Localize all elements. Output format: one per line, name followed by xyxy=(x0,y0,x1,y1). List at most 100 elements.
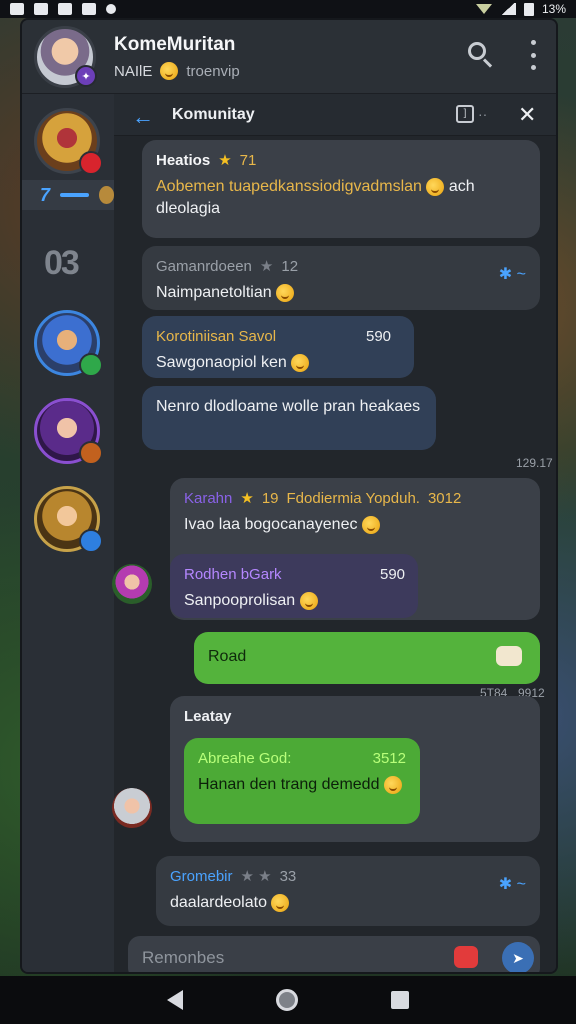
left-rail: 7 03 ➔ xyxy=(22,94,114,972)
rail-avatar-2[interactable] xyxy=(34,310,103,377)
community-panel: ✦ KomeMuritan NAIlE troenvip 7 03 ➔ xyxy=(22,20,556,972)
more-dots-icon[interactable]: ·· xyxy=(478,106,487,122)
expand-icon[interactable]: ] xyxy=(456,105,474,123)
message-text-main: Ivao laa bogocanayenec xyxy=(184,516,358,533)
reply-name: Abreahe God: xyxy=(198,750,292,767)
message-text: Ivao laa bogocanayenec xyxy=(184,514,526,536)
chip-coin-icon xyxy=(98,186,114,204)
smile-emoji-icon xyxy=(160,62,179,80)
reply-text-main: Hanan den trang demedd xyxy=(198,776,380,793)
dot-icon xyxy=(106,4,116,14)
message-text-main: Sanpooprolisan xyxy=(184,592,296,609)
nav-recents-icon[interactable] xyxy=(391,991,410,1009)
message-count: 590 xyxy=(380,566,406,583)
smile-emoji-icon xyxy=(426,177,445,196)
avatar[interactable] xyxy=(112,788,152,828)
mail-icon xyxy=(34,3,48,15)
smile-emoji-icon xyxy=(361,515,380,534)
online-badge-icon xyxy=(79,353,103,377)
star-icon: ★ ★ xyxy=(240,868,272,885)
status-text: troenvip xyxy=(186,62,240,80)
rail-avatar-4[interactable] xyxy=(34,486,103,553)
notification-icon xyxy=(58,3,72,15)
message-input[interactable] xyxy=(142,944,442,972)
nav-home-icon[interactable] xyxy=(275,989,298,1011)
message-meta: Leatay xyxy=(184,706,526,728)
message-count: 590 xyxy=(366,328,392,345)
message-text-main: daalardeolato xyxy=(170,894,267,911)
rail-avatar-3[interactable] xyxy=(34,398,103,465)
close-icon[interactable]: ✕ xyxy=(518,102,536,128)
message-bubble[interactable]: Road xyxy=(194,632,540,684)
rail-avatar-1[interactable] xyxy=(34,108,103,175)
smile-emoji-icon xyxy=(271,893,290,912)
message-text-main: Naimpanetoltian xyxy=(156,284,272,301)
battery-icon xyxy=(523,2,534,16)
shield-icon xyxy=(82,3,96,15)
sender-name: Gamanrdoeen xyxy=(156,258,252,275)
search-icon[interactable] xyxy=(466,40,494,68)
star-icon: ★ xyxy=(240,490,254,507)
avatar[interactable] xyxy=(112,564,152,604)
wifi-icon xyxy=(475,4,492,14)
sender-name: Leatay xyxy=(184,708,232,725)
sender-name: Karahn xyxy=(184,490,233,507)
chip-number: 7 xyxy=(40,184,51,205)
smile-emoji-icon xyxy=(299,591,318,610)
chat-title: Komunitay xyxy=(172,106,255,123)
rail-mark: 03 xyxy=(44,244,80,282)
back-arrow-icon[interactable]: ← xyxy=(132,104,154,130)
message-bubble[interactable]: Leatay Abreahe God: 3512 Hanan den trang… xyxy=(170,696,540,842)
chat-area: ← Komunitay ] ·· ✕ Heatios ★ 71 Aobemen … xyxy=(112,94,556,972)
reply-number: 3512 xyxy=(372,750,406,767)
sender-name: Rodhen bGark xyxy=(184,566,282,583)
star-icon: ★ xyxy=(259,258,274,275)
more-icon[interactable] xyxy=(528,40,538,70)
rating: 19 xyxy=(261,490,279,507)
reaction-icon[interactable]: ✱ ~ xyxy=(499,264,526,286)
status-bar: 13% xyxy=(0,0,576,18)
app-notification-icon xyxy=(10,3,24,15)
sender-name: Gromebir xyxy=(170,868,233,885)
message-bubble[interactable]: Nenro dlodloame wolle pran heakaes xyxy=(142,386,436,450)
rating: 12 xyxy=(281,258,299,275)
star-icon: ★ xyxy=(218,152,232,169)
message-text: Naimpanetoltian xyxy=(156,282,526,304)
message-text: Sanpooprolisan xyxy=(184,590,404,612)
alert-badge-icon xyxy=(79,151,103,175)
reply-text: Hanan den trang demedd xyxy=(198,774,406,796)
message-text-main: Sawgonaopiol ken xyxy=(156,354,287,371)
message-meta: Gromebir ★ ★ 33 xyxy=(170,866,526,888)
message-text: Aobemen tuapedkanssiodigvadmslan ach dle… xyxy=(156,176,526,220)
page-title: KomeMuritan xyxy=(114,34,236,55)
message-bubble[interactable]: Rodhen bGark 590 Sanpooprolisan xyxy=(170,554,418,618)
message-bubble[interactable]: Heatios ★ 71 Aobemen tuapedkanssiodigvad… xyxy=(142,140,540,238)
chat-subheader: ← Komunitay ] ·· ✕ xyxy=(114,94,556,136)
message-text-main: Aobemen tuapedkanssiodigvadmslan xyxy=(156,178,422,195)
message-text: Road xyxy=(208,648,247,665)
reply-meta: Abreahe God: 3512 xyxy=(198,748,406,770)
group-name: Fdodiermia Yopduh. xyxy=(286,490,420,507)
sticker-icon[interactable] xyxy=(454,946,478,968)
sticker-icon[interactable] xyxy=(496,646,522,666)
message-text: Nenro dlodloame wolle pran heakaes xyxy=(156,398,421,415)
smile-emoji-icon xyxy=(291,353,310,372)
message-meta: Gamanrdoeen ★ 12 xyxy=(156,256,526,278)
avatar[interactable]: ✦ xyxy=(34,26,97,88)
smile-emoji-icon xyxy=(276,283,295,302)
message-composer: ➤ xyxy=(128,936,540,972)
header-subtitle: NAIlE troenvip xyxy=(114,62,240,80)
rating: 71 xyxy=(239,152,257,169)
chip-bar xyxy=(60,193,89,197)
message-bubble[interactable]: Korotiniisan Savol 590 Sawgonaopiol ken xyxy=(142,316,414,378)
message-bubble[interactable]: Gamanrdoeen ★ 12 Naimpanetoltian ✱ ~ xyxy=(142,246,540,310)
reply-bubble[interactable]: Abreahe God: 3512 Hanan den trang demedd xyxy=(184,738,420,824)
message-bubble[interactable]: Gromebir ★ ★ 33 daalardeolato ✱ ~ xyxy=(156,856,540,926)
send-icon[interactable]: ➤ xyxy=(502,942,534,972)
rail-level-chip: 7 xyxy=(22,180,114,210)
reaction-icon[interactable]: ✱ ~ xyxy=(499,874,526,896)
nav-back-icon[interactable] xyxy=(166,990,183,1010)
clan-badge-icon xyxy=(79,441,103,465)
edit-badge-icon xyxy=(79,529,103,553)
message-text: Sawgonaopiol ken xyxy=(156,352,400,374)
